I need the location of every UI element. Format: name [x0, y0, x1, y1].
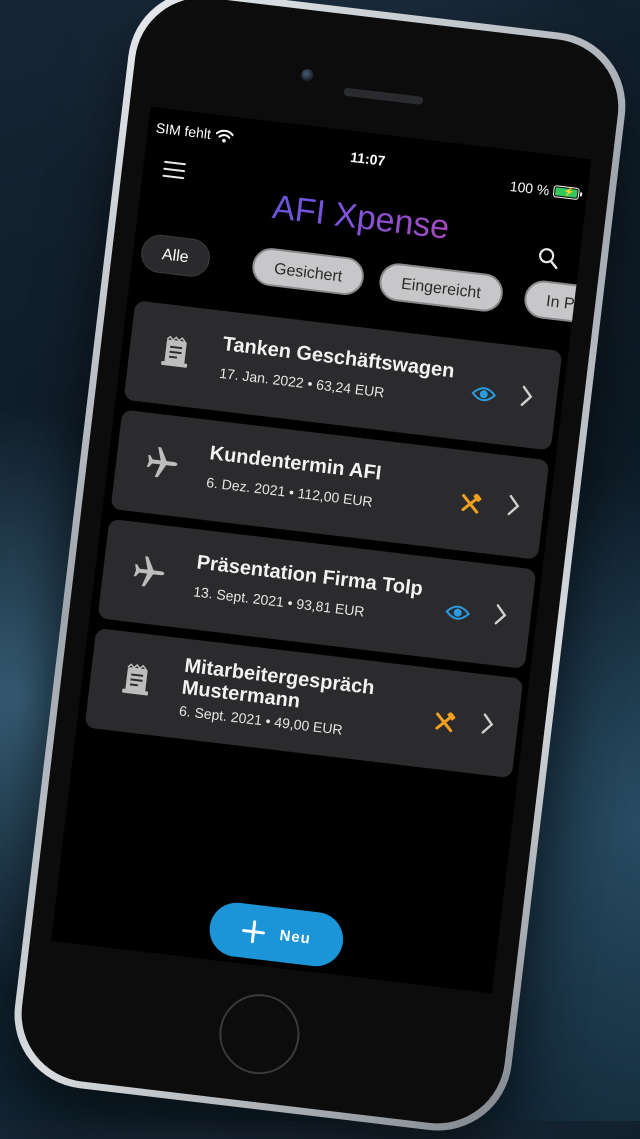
new-expense-button[interactable]: Neu: [206, 899, 347, 970]
receipt-icon: [161, 335, 188, 368]
plus-icon: [242, 920, 266, 944]
airplane-icon: [146, 447, 178, 478]
tools-icon: [461, 493, 482, 514]
battery-icon: ⚡: [552, 185, 583, 201]
battery-percent: 100 %: [508, 177, 551, 199]
filter-chip-alle[interactable]: Alle: [139, 232, 212, 279]
chevron-right-icon: [520, 385, 533, 407]
phone-device: SIM fehlt 11:07 100 % ⚡ AFI Xpense Alle …: [6, 0, 634, 1139]
filter-chip-eingereicht[interactable]: Eingereicht: [377, 261, 505, 314]
chevron-right-icon: [494, 604, 507, 625]
charging-bolt-icon: ⚡: [562, 186, 576, 198]
tools-icon: [435, 711, 456, 733]
receipt-icon: [122, 663, 149, 696]
new-button-label: Neu: [278, 926, 312, 948]
airplane-icon: [133, 556, 165, 587]
search-icon[interactable]: [536, 246, 560, 270]
chevron-right-icon: [507, 494, 520, 516]
chevron-right-icon: [481, 713, 494, 734]
eye-icon: [445, 605, 471, 620]
eye-icon: [471, 387, 497, 402]
filter-chip-gesichert[interactable]: Gesichert: [250, 246, 367, 298]
